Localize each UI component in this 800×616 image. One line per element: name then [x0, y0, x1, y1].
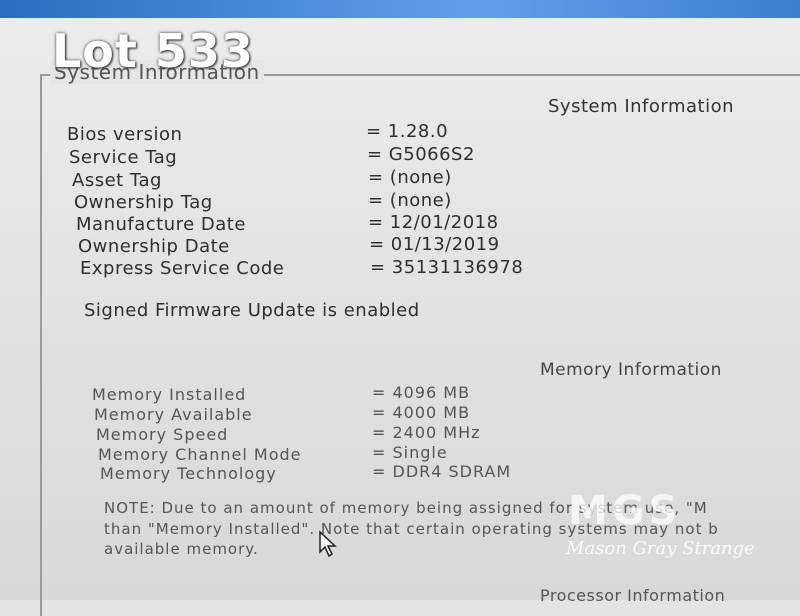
memory-installed-value: = 4096 MB	[372, 383, 471, 402]
mouse-cursor-icon	[318, 530, 340, 562]
express-service-code-value: = 35131136978	[370, 257, 524, 278]
ownership-date-label: Ownership Date	[78, 236, 230, 257]
system-information-header: System Information	[548, 96, 735, 117]
memory-channel-mode-label: Memory Channel Mode	[98, 445, 302, 464]
memory-information-header: Memory Information	[540, 360, 722, 380]
memory-speed-value: = 2400 MHz	[372, 423, 481, 442]
memory-available-label: Memory Available	[94, 405, 253, 424]
asset-tag-value: = (none)	[368, 167, 452, 188]
watermark: MGS Mason Gray Strange	[560, 488, 760, 568]
memory-installed-label: Memory Installed	[92, 385, 247, 404]
service-tag-label: Service Tag	[69, 147, 178, 168]
bios-version-label: Bios version	[67, 124, 183, 145]
watermark-logo: MGS	[568, 488, 682, 534]
memory-channel-mode-value: = Single	[372, 443, 448, 462]
memory-speed-label: Memory Speed	[96, 425, 229, 444]
memory-note-line-3: available memory.	[104, 540, 259, 558]
asset-tag-label: Asset Tag	[72, 170, 162, 191]
watermark-text: Mason Gray Strange	[566, 538, 755, 559]
memory-technology-label: Memory Technology	[100, 464, 277, 483]
manufacture-date-value: = 12/01/2018	[368, 212, 499, 233]
service-tag-value: = G5066S2	[367, 144, 475, 165]
firmware-status: Signed Firmware Update is enabled	[84, 300, 420, 321]
lot-label: Lot 533	[52, 24, 254, 78]
bios-version-value: = 1.28.0	[366, 121, 449, 142]
processor-information-header: Processor Information	[540, 586, 726, 605]
ownership-tag-value: = (none)	[368, 190, 452, 211]
ownership-date-value: = 01/13/2019	[369, 234, 500, 255]
memory-available-value: = 4000 MB	[372, 403, 471, 422]
express-service-code-label: Express Service Code	[80, 258, 285, 279]
ownership-tag-label: Ownership Tag	[74, 192, 213, 213]
memory-technology-value: = DDR4 SDRAM	[372, 462, 512, 481]
manufacture-date-label: Manufacture Date	[76, 214, 246, 235]
